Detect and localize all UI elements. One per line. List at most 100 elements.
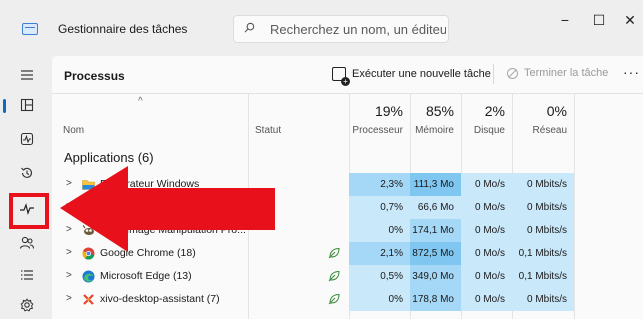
column-header-status[interactable]: Statut bbox=[255, 125, 281, 136]
expand-chevron-icon[interactable]: > bbox=[66, 293, 72, 304]
search-icon bbox=[244, 22, 255, 33]
title-bar: Gestionnaire des tâches − ☐ ✕ bbox=[0, 0, 643, 56]
toolbar-divider bbox=[493, 64, 494, 84]
cpu-cell: 0,7% bbox=[349, 196, 410, 219]
nav-item-processes[interactable] bbox=[12, 91, 42, 119]
cpu-cell: 0% bbox=[349, 288, 410, 311]
disk-cell: 0 Mo/s bbox=[461, 219, 512, 242]
process-name: Explorateur Windows bbox=[100, 178, 200, 190]
network-cell: 0 Mbits/s bbox=[512, 219, 574, 242]
services-icon bbox=[20, 298, 34, 312]
memory-total-percent: 85% bbox=[425, 103, 454, 119]
memory-cell: 178,8 Mo bbox=[410, 288, 461, 311]
network-cell: 0,1 Mbits/s bbox=[512, 265, 574, 288]
efficiency-mode-icon bbox=[328, 293, 340, 305]
column-header-disk[interactable]: Disque bbox=[461, 125, 505, 136]
nav-item-app-history[interactable] bbox=[12, 159, 42, 187]
table-row[interactable]: > Google Chrome (18) 2,1% 872,5 Mo 0 Mo/… bbox=[52, 242, 643, 265]
more-options-button[interactable]: ··· bbox=[623, 64, 640, 80]
nav-item-performance[interactable] bbox=[12, 125, 42, 153]
disk-cell: 0 Mo/s bbox=[461, 265, 512, 288]
main-panel: Processus Exécuter une nouvelle tâche Te… bbox=[52, 56, 643, 319]
network-cell: 0 Mbits/s bbox=[512, 196, 574, 219]
end-task-label: Terminer la tâche bbox=[524, 67, 609, 79]
search-box[interactable] bbox=[233, 15, 449, 43]
table-row[interactable]: > Explorateur Windows 2,3% 111,3 Mo 0 Mo… bbox=[52, 173, 643, 196]
nav-item-users[interactable] bbox=[12, 229, 42, 257]
expand-chevron-icon[interactable]: > bbox=[66, 270, 72, 281]
column-header-cpu[interactable]: Processeur bbox=[349, 125, 403, 136]
hamburger-menu-icon bbox=[21, 70, 33, 80]
network-cell: 0,1 Mbits/s bbox=[512, 242, 574, 265]
expand-chevron-icon[interactable]: > bbox=[66, 224, 72, 235]
process-name: Google Chrome (18) bbox=[100, 247, 196, 259]
process-name: Microsoft Edge (13) bbox=[100, 270, 192, 282]
processes-icon bbox=[20, 98, 34, 112]
search-input[interactable] bbox=[270, 16, 446, 42]
close-icon: ✕ bbox=[624, 11, 636, 28]
chrome-icon bbox=[82, 247, 95, 260]
page-title: Processus bbox=[64, 69, 125, 83]
expand-chevron-icon[interactable]: > bbox=[66, 178, 72, 189]
table-row[interactable]: > 0,7% 66,6 Mo 0 Mo/s 0 Mbits/s bbox=[52, 196, 643, 219]
memory-cell: 349,0 Mo bbox=[410, 265, 461, 288]
disk-cell: 0 Mo/s bbox=[461, 173, 512, 196]
nav-menu-button[interactable] bbox=[12, 61, 42, 89]
disk-cell: 0 Mo/s bbox=[461, 242, 512, 265]
minimize-icon: − bbox=[560, 12, 570, 28]
run-new-task-button[interactable]: Exécuter une nouvelle tâche bbox=[332, 67, 491, 86]
xivo-icon bbox=[83, 294, 94, 305]
side-navigation bbox=[0, 56, 52, 319]
maximize-button[interactable]: ☐ bbox=[584, 8, 614, 32]
group-header-applications[interactable]: Applications (6) bbox=[64, 150, 154, 165]
details-icon bbox=[21, 270, 33, 280]
annotation-highlight-box bbox=[9, 193, 49, 229]
memory-cell: 872,5 Mo bbox=[410, 242, 461, 265]
efficiency-mode-icon bbox=[328, 270, 340, 282]
window-title: Gestionnaire des tâches bbox=[58, 22, 188, 36]
memory-cell: 174,1 Mo bbox=[410, 219, 461, 242]
close-button[interactable]: ✕ bbox=[615, 8, 643, 32]
disk-cell: 0 Mo/s bbox=[461, 196, 512, 219]
column-header-name[interactable]: Nom bbox=[63, 125, 84, 136]
end-task-icon bbox=[507, 67, 518, 79]
table-row[interactable]: > GNU Image Manipulation Pro... 0% 174,1… bbox=[52, 219, 643, 242]
nav-item-services[interactable] bbox=[12, 291, 42, 319]
cpu-total-percent: 19% bbox=[374, 103, 403, 119]
users-icon bbox=[19, 236, 35, 249]
cpu-cell: 0,5% bbox=[349, 265, 410, 288]
process-name: xivo-desktop-assistant (7) bbox=[100, 293, 220, 305]
task-manager-app-icon bbox=[22, 23, 38, 35]
end-task-button[interactable]: Terminer la tâche bbox=[507, 67, 608, 79]
memory-cell: 66,6 Mo bbox=[410, 196, 461, 219]
expand-chevron-icon[interactable]: > bbox=[66, 247, 72, 258]
sort-indicator-icon[interactable]: ^ bbox=[138, 96, 143, 107]
nav-item-details[interactable] bbox=[12, 261, 42, 289]
maximize-icon: ☐ bbox=[592, 11, 606, 28]
efficiency-mode-icon bbox=[328, 247, 340, 259]
table-row[interactable]: > Microsoft Edge (13) 0,5% 349,0 Mo 0 Mo… bbox=[52, 265, 643, 288]
folder-icon bbox=[82, 180, 95, 190]
cpu-cell: 2,3% bbox=[349, 173, 410, 196]
column-header-memory[interactable]: Mémoire bbox=[410, 125, 454, 136]
disk-total-percent: 2% bbox=[484, 103, 505, 119]
app-history-icon bbox=[21, 167, 33, 178]
process-name: GNU Image Manipulation Pro... bbox=[100, 224, 246, 236]
cpu-cell: 0% bbox=[349, 219, 410, 242]
minimize-button[interactable]: − bbox=[550, 8, 580, 32]
memory-cell: 111,3 Mo bbox=[410, 173, 461, 196]
expand-chevron-icon[interactable]: > bbox=[66, 201, 72, 212]
toolbar-separator bbox=[52, 93, 643, 94]
disk-cell: 0 Mo/s bbox=[461, 288, 512, 311]
network-cell: 0 Mbits/s bbox=[512, 173, 574, 196]
gimp-icon bbox=[82, 225, 95, 235]
column-header-network[interactable]: Réseau bbox=[512, 125, 567, 136]
network-cell: 0 Mbits/s bbox=[512, 288, 574, 311]
performance-icon bbox=[20, 132, 34, 146]
run-new-task-label: Exécuter une nouvelle tâche bbox=[352, 68, 491, 80]
cpu-cell: 2,1% bbox=[349, 242, 410, 265]
edge-icon bbox=[82, 270, 95, 283]
nav-active-indicator bbox=[3, 99, 6, 113]
network-total-percent: 0% bbox=[546, 103, 567, 119]
table-row[interactable]: > xivo-desktop-assistant (7) 0% 178,8 Mo… bbox=[52, 288, 643, 311]
